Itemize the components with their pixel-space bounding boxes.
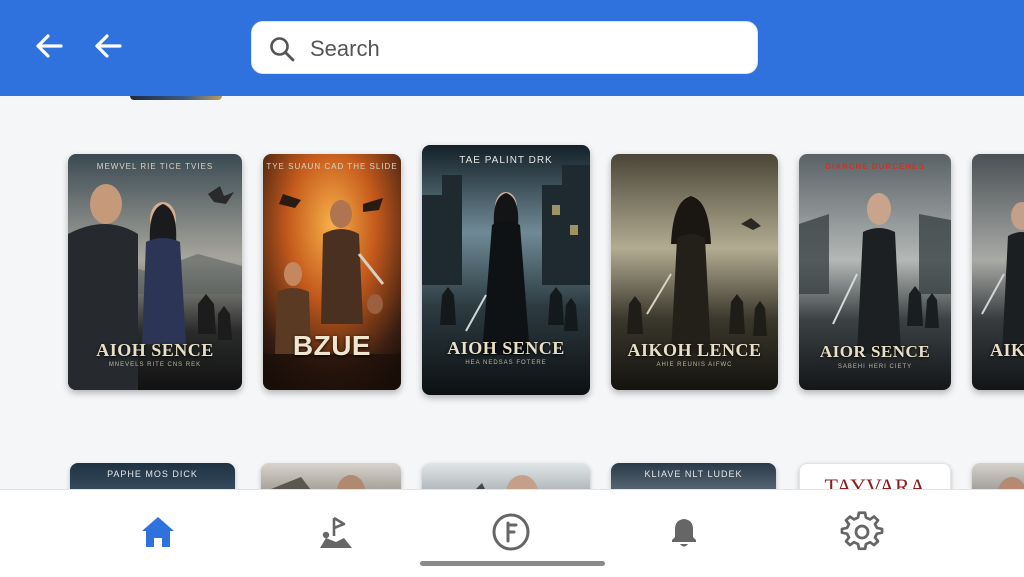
movie-poster-card[interactable]: AIKOH LENCE AHIE REUNIS AIFWC	[611, 154, 778, 390]
poster-card-partial[interactable]	[422, 463, 590, 489]
nav-notifications[interactable]	[662, 510, 706, 554]
poster-card-partial[interactable]	[972, 463, 1024, 489]
poster-art	[271, 475, 365, 489]
poster-subtitle: MNEVELS RITE CNS REK	[108, 362, 202, 368]
bell-icon	[672, 519, 696, 547]
back-arrow-icon[interactable]	[29, 26, 69, 66]
poster-card-partial[interactable]: PAPHE MOS DICK	[70, 463, 235, 489]
movie-poster-card[interactable]: TYE SUAUN CAD THE SLIDE BZUE	[263, 154, 401, 390]
poster-card-partial[interactable]: KLIAVE NLT LUDEK	[611, 463, 776, 489]
movie-poster-card[interactable]: TAE PALINT DRK AIOH SENCE HEA NEDSAS FOT…	[422, 145, 590, 395]
poster-tagline: DIANCHE DURCENES	[825, 162, 925, 171]
poster-card-partial[interactable]	[261, 463, 401, 489]
poster-tagline: TAE PALINT DRK	[459, 155, 553, 166]
poster-card-partial[interactable]: TAYVARA	[799, 463, 951, 489]
poster-tagline: KLIAVE NLT LUDEK	[644, 469, 743, 479]
movie-poster-card[interactable]: MEWVEL RIE TICE TVIES AIOH SENCE MNEVELS…	[68, 154, 242, 390]
poster-art	[476, 475, 538, 489]
nav-settings[interactable]	[840, 510, 884, 554]
poster-title: AIOH SENCE	[96, 340, 214, 360]
poster-tagline: MEWVEL RIE TICE TVIES	[96, 162, 214, 171]
circle-f-icon	[492, 513, 530, 551]
poster-title: AIK	[990, 340, 1024, 360]
poster-subtitle: AHIE REUNIS AIFWC	[656, 362, 733, 368]
movie-poster-card[interactable]: DIANCHE DURCENES AIOR SENCE SABEHI HERI …	[799, 154, 951, 390]
top-app-bar	[0, 0, 1024, 96]
poster-subtitle: SABEHI HERI CIETY	[837, 364, 913, 370]
nav-featured[interactable]	[489, 510, 533, 554]
poster-title: BZUE	[292, 330, 372, 361]
home-icon	[142, 517, 174, 547]
sports-icon	[320, 516, 352, 548]
poster-card-partial[interactable]	[130, 96, 222, 100]
poster-title: TAYVARA	[824, 474, 926, 489]
content-area: MEWVEL RIE TICE TVIES AIOH SENCE MNEVELS…	[0, 96, 1024, 489]
back-arrow-icon[interactable]	[88, 26, 128, 66]
home-indicator[interactable]	[420, 561, 605, 566]
poster-title: AIKOH LENCE	[627, 340, 762, 360]
bottom-navigation	[0, 489, 1024, 577]
nav-home[interactable]	[136, 510, 180, 554]
search-bar[interactable]	[251, 21, 758, 74]
gear-icon	[840, 511, 884, 551]
search-icon	[270, 37, 295, 62]
poster-title: AIOH SENCE	[447, 338, 565, 358]
search-input[interactable]	[308, 32, 742, 66]
poster-title: AIOR SENCE	[819, 342, 931, 361]
poster-tagline: PAPHE MOS DICK	[107, 469, 198, 479]
poster-subtitle: HEA NEDSAS FOTERE	[465, 360, 547, 366]
poster-art	[998, 477, 1024, 489]
movie-poster-card[interactable]: AIK	[972, 154, 1024, 390]
nav-sports[interactable]	[314, 510, 358, 554]
poster-tagline: TYE SUAUN CAD THE SLIDE	[266, 162, 398, 171]
